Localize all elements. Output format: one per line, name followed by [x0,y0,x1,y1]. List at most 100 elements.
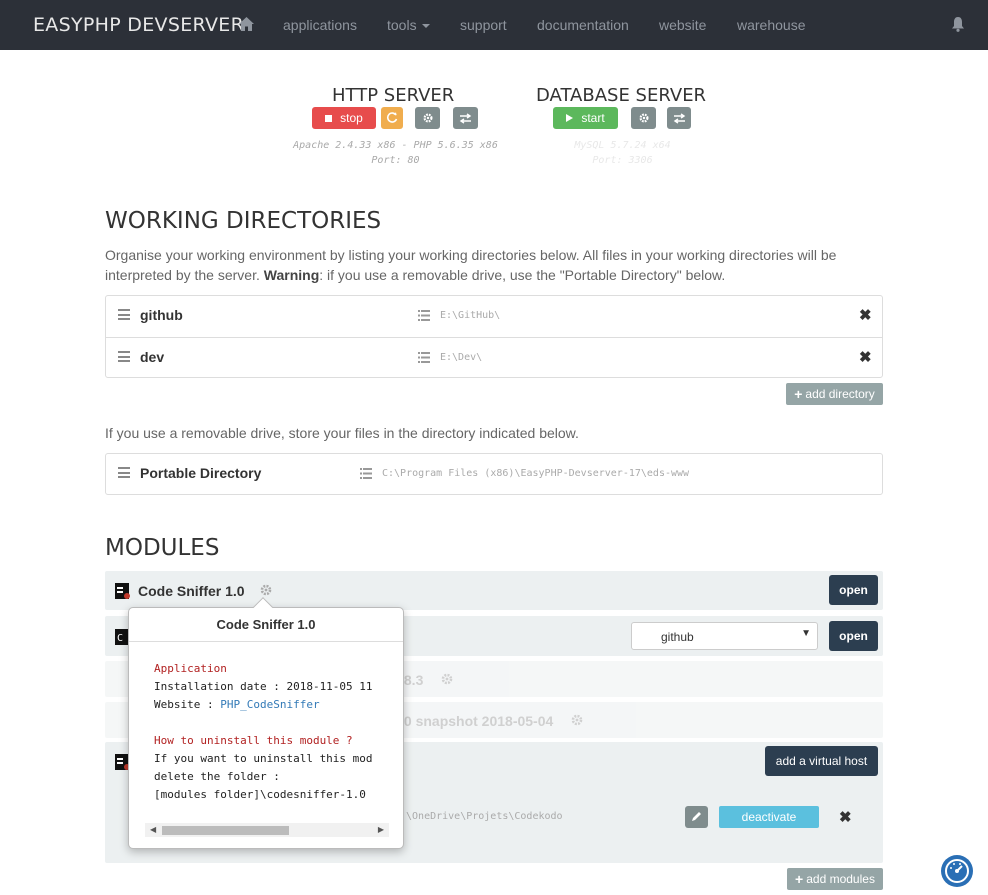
add-virtual-host-button[interactable]: add a virtual host [765,746,878,776]
directory-row: github E:\GitHub\ ✖ [106,296,882,336]
virtual-host-path: :\OneDrive\Projets\Codekodo [400,811,563,822]
http-server-port: Port: 80 [371,155,420,166]
dashboard-gauge-icon[interactable] [941,855,973,887]
gear-icon [422,113,433,123]
top-navbar: EASYPHP DEVSERVER applications tools sup… [0,0,988,50]
code-sniffer-icon [115,583,130,599]
module-code-sniffer: Code Sniffer 1.0 open [105,571,883,610]
add-modules-button[interactable]: + add modules [787,868,883,890]
database-server-info: MySQL 5.7.24 x64 Port: 3306 [545,138,700,168]
database-server-title: DATABASE SERVER [536,85,707,106]
http-switch-button[interactable] [453,107,478,129]
nav-website[interactable]: website [659,17,706,33]
http-server-info: Apache 2.4.33 x86 - PHP 5.6.35 x86 Port:… [268,138,523,168]
working-directories-list: github E:\GitHub\ ✖ dev E:\Dev\ ✖ [105,295,883,378]
nav-documentation[interactable]: documentation [537,17,629,33]
directory-name[interactable]: dev [140,349,164,365]
popover-uninstall-heading: How to uninstall this module ? [154,734,353,747]
portable-directory-name: Portable Directory [140,465,262,481]
nav-tools[interactable]: tools [387,17,430,33]
http-server-title: HTTP SERVER [332,85,455,106]
play-icon [566,114,574,122]
portable-directory-path: C:\Program Files (x86)\EasyPHP-Devserver… [382,468,690,479]
add-modules-label: add modules [806,872,875,886]
scroll-right-icon[interactable]: ▶ [378,823,384,837]
pencil-icon [692,812,701,821]
home-icon[interactable] [238,16,255,32]
popover-uninstall-line: If you want to uninstall this mod [154,752,373,765]
gear-icon[interactable] [259,583,273,597]
stop-icon [325,114,333,122]
database-start-label: start [581,111,605,125]
list-icon [360,468,372,479]
brand-logo[interactable]: EASYPHP DEVSERVER [33,14,244,36]
scrollbar-thumb[interactable] [162,826,289,835]
exchange-icon [459,112,472,124]
popover-application-heading: Application [154,662,227,675]
scroll-left-icon[interactable]: ◀ [150,823,156,837]
list-icon [418,310,430,321]
exchange-icon [673,112,685,124]
remove-directory-icon[interactable]: ✖ [859,348,872,366]
database-settings-button[interactable] [631,107,656,129]
module-info-popover: Code Sniffer 1.0 Application Installatio… [128,597,404,849]
intro-warning: Warning [263,267,320,283]
add-directory-label: add directory [805,387,875,401]
edit-button[interactable] [685,806,708,828]
plus-icon: + [795,871,804,887]
portable-note: If you use a removable drive, store your… [105,425,579,441]
popover-website: Website : PHP_CodeSniffer [154,696,389,714]
nav-applications[interactable]: applications [283,17,357,33]
chevron-down-icon [421,24,430,29]
gear-icon [638,113,649,123]
module-name: Code Sniffer 1.0 [138,583,245,599]
drag-handle-icon [118,467,130,478]
list-icon [418,352,430,363]
nav-support[interactable]: support [460,17,507,33]
database-server-port: Port: 3306 [592,155,653,166]
deactivate-button[interactable]: deactivate [719,806,819,828]
bell-icon[interactable] [951,16,965,32]
open-button[interactable]: open [829,575,878,605]
http-stop-label: stop [340,111,363,125]
directory-path: E:\Dev\ [440,352,483,363]
popover-website-link[interactable]: PHP_CodeSniffer [220,698,319,711]
drag-handle-icon[interactable] [118,309,130,320]
directory-select[interactable]: github ▼ [631,622,818,650]
popover-uninstall-line: [modules folder]\codesniffer-1.0 [154,788,366,801]
remove-virtual-host-icon[interactable]: ✖ [839,808,852,826]
remove-directory-icon[interactable]: ✖ [859,306,872,324]
plus-icon: + [794,386,803,402]
popover-body: Application Installation date : 2018-11-… [154,660,389,810]
nav-tools-label: tools [387,17,417,33]
gear-icon[interactable] [570,713,584,727]
directory-path: E:\GitHub\ [440,310,501,321]
popover-uninstall-line: delete the folder : [154,770,280,783]
open-button[interactable]: open [829,621,878,651]
intro-text-2: : if you use a removable drive, use the … [319,267,726,283]
http-server-version: Apache 2.4.33 x86 - PHP 5.6.35 x86 [293,140,498,151]
directory-name[interactable]: github [140,307,183,323]
horizontal-scrollbar[interactable]: ◀ ▶ [145,823,389,837]
directory-row: dev E:\Dev\ ✖ [106,337,882,377]
modules-title: MODULES [105,535,220,561]
add-directory-button[interactable]: + add directory [786,383,883,405]
drag-handle-icon[interactable] [118,351,130,362]
http-stop-button[interactable]: stop [312,107,376,129]
database-start-button[interactable]: start [553,107,618,129]
dropdown-arrow-icon: ▼ [801,628,811,639]
gauge-icon [945,859,969,883]
nav-warehouse[interactable]: warehouse [737,17,806,33]
popover-spacer [154,714,389,732]
http-settings-button[interactable] [415,107,440,129]
database-switch-button[interactable] [667,107,691,129]
directory-select-value: github [661,630,694,644]
working-directories-title: WORKING DIRECTORIES [105,208,382,234]
http-restart-button[interactable] [381,107,403,129]
refresh-icon [386,112,398,123]
gear-icon[interactable] [440,672,454,686]
portable-directory-box: Portable Directory C:\Program Files (x86… [105,453,883,495]
popover-website-prefix: Website : [154,698,221,711]
svg-text:C: C [117,633,123,644]
database-server-version: MySQL 5.7.24 x64 [574,140,671,151]
